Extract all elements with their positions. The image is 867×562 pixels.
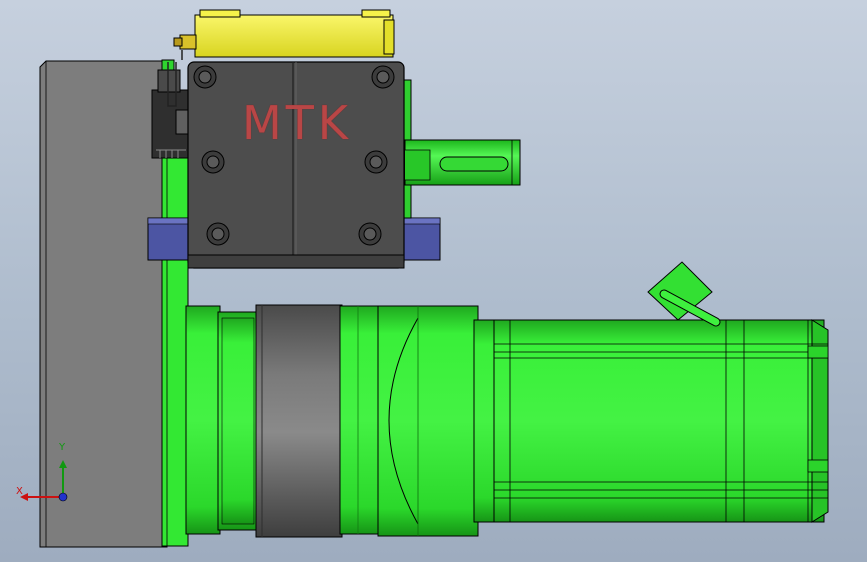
motor-body [473, 319, 829, 523]
x-axis-label: X [16, 486, 23, 497]
brand-label-mtk: MTK [242, 96, 352, 150]
blue-clamp-left [147, 217, 189, 261]
cable-gland [647, 261, 721, 327]
blue-clamp-right [399, 217, 441, 261]
bolt-icon [201, 150, 225, 174]
bolt-icon [371, 65, 395, 89]
bolt-icon [364, 150, 388, 174]
bolt-icon [193, 65, 217, 89]
mounting-plate [39, 60, 168, 548]
cad-viewport[interactable]: MTK X Y [0, 0, 867, 562]
bolt-icon [358, 222, 382, 246]
yellow-connector [173, 9, 395, 60]
y-axis-label: Y [59, 442, 66, 453]
bolt-icon [206, 222, 230, 246]
z-axis-icon [58, 492, 68, 502]
assembly-drawing [20, 9, 829, 548]
reducer-body [185, 304, 479, 538]
output-shaft [402, 79, 521, 219]
